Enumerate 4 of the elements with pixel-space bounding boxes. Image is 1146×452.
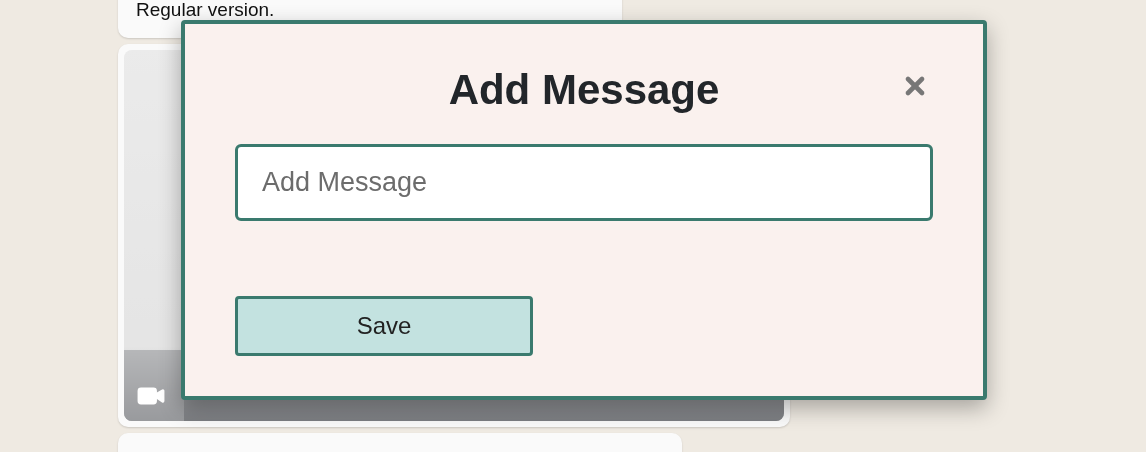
dialog-title: Add Message [448,66,720,114]
save-button[interactable]: Save [235,296,533,356]
message-text: Regular version. [136,1,275,18]
message-input[interactable]: Add Message [235,144,933,221]
